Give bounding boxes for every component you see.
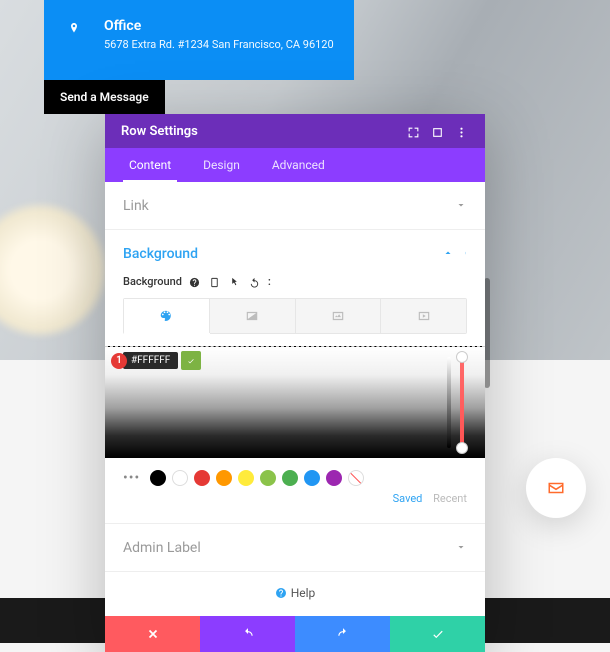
hue-handle-top[interactable] (456, 351, 468, 363)
background-label: Background (123, 275, 182, 288)
mail-icon (544, 479, 568, 497)
swatch-blue[interactable] (304, 470, 320, 486)
swatch-white[interactable] (172, 470, 188, 486)
hue-slider[interactable] (455, 357, 469, 448)
swatch-green[interactable] (282, 470, 298, 486)
help-link[interactable]: Help (105, 572, 485, 616)
hue-handle-bottom[interactable] (456, 442, 468, 454)
swatches-more-icon[interactable]: ••• (123, 470, 144, 486)
bg-tab-image[interactable] (296, 299, 382, 333)
modal-title: Row Settings (121, 124, 401, 139)
section-background: Background Background : 1 #FFFFFF (105, 230, 485, 524)
more-icon[interactable] (449, 122, 473, 141)
brightness-track[interactable] (447, 357, 451, 448)
swatch-purple[interactable] (326, 470, 342, 486)
expand-icon[interactable] (401, 122, 425, 141)
chevron-down-icon (455, 538, 467, 557)
confirm-color-button[interactable] (181, 351, 201, 370)
step-badge-1: 1 (111, 353, 127, 369)
bg-tab-color[interactable] (124, 299, 210, 333)
section-background-label: Background (123, 246, 442, 262)
redo-button[interactable] (295, 616, 390, 652)
modal-tabs: Content Design Advanced (105, 148, 485, 182)
reset-icon[interactable] (248, 275, 262, 288)
help-icon[interactable] (188, 275, 202, 288)
tab-advanced[interactable]: Advanced (256, 148, 341, 182)
section-link-label: Link (123, 198, 455, 214)
cancel-button[interactable] (105, 616, 200, 652)
swatch-none[interactable] (348, 470, 364, 486)
office-address: 5678 Extra Rd. #1234 San Francisco, CA 9… (104, 38, 334, 51)
swatch-saved-tab[interactable]: Saved (393, 492, 431, 505)
help-label: Help (291, 586, 316, 600)
color-hex-value[interactable]: #FFFFFF (123, 352, 178, 369)
section-admin-label-text: Admin Label (123, 540, 455, 556)
swatch-yellow[interactable] (238, 470, 254, 486)
chevron-down-icon (455, 196, 467, 215)
row-settings-modal: Row Settings Content Design Advanced Lin… (105, 114, 485, 652)
colon: : (268, 275, 271, 288)
swatch-black[interactable] (150, 470, 166, 486)
tab-design[interactable]: Design (187, 148, 256, 182)
color-gradient-preview[interactable]: 1 #FFFFFF (105, 346, 485, 458)
tab-content[interactable]: Content (113, 148, 187, 182)
section-link[interactable]: Link (105, 182, 485, 230)
section-admin-label[interactable]: Admin Label (105, 524, 485, 572)
swatch-red[interactable] (194, 470, 210, 486)
hover-icon[interactable] (228, 275, 242, 288)
save-button[interactable] (390, 616, 485, 652)
send-message-button[interactable]: Send a Message (44, 80, 165, 114)
contact-fab[interactable] (526, 458, 586, 518)
section-more-icon[interactable] (454, 244, 467, 263)
background-toolbar: Background : (123, 275, 467, 288)
background-type-tabs (123, 298, 467, 334)
color-swatches: ••• (123, 458, 467, 492)
bg-tab-gradient[interactable] (210, 299, 296, 333)
snap-icon[interactable] (425, 122, 449, 141)
tablet-icon[interactable] (208, 275, 222, 288)
office-title: Office (104, 18, 334, 34)
bg-tab-video[interactable] (381, 299, 466, 333)
office-card: Office 5678 Extra Rd. #1234 San Francisc… (44, 0, 354, 80)
undo-button[interactable] (200, 616, 295, 652)
chevron-up-icon (442, 244, 454, 263)
swatch-recent-tab[interactable]: Recent (433, 492, 467, 505)
modal-header[interactable]: Row Settings (105, 114, 485, 148)
swatch-lime[interactable] (260, 470, 276, 486)
section-background-head[interactable]: Background (123, 244, 467, 263)
color-input-chip: 1 #FFFFFF (111, 351, 201, 370)
modal-actions (105, 616, 485, 652)
swatch-tabs: Saved Recent (123, 492, 467, 509)
swatch-orange[interactable] (216, 470, 232, 486)
location-pin-icon (68, 20, 80, 40)
